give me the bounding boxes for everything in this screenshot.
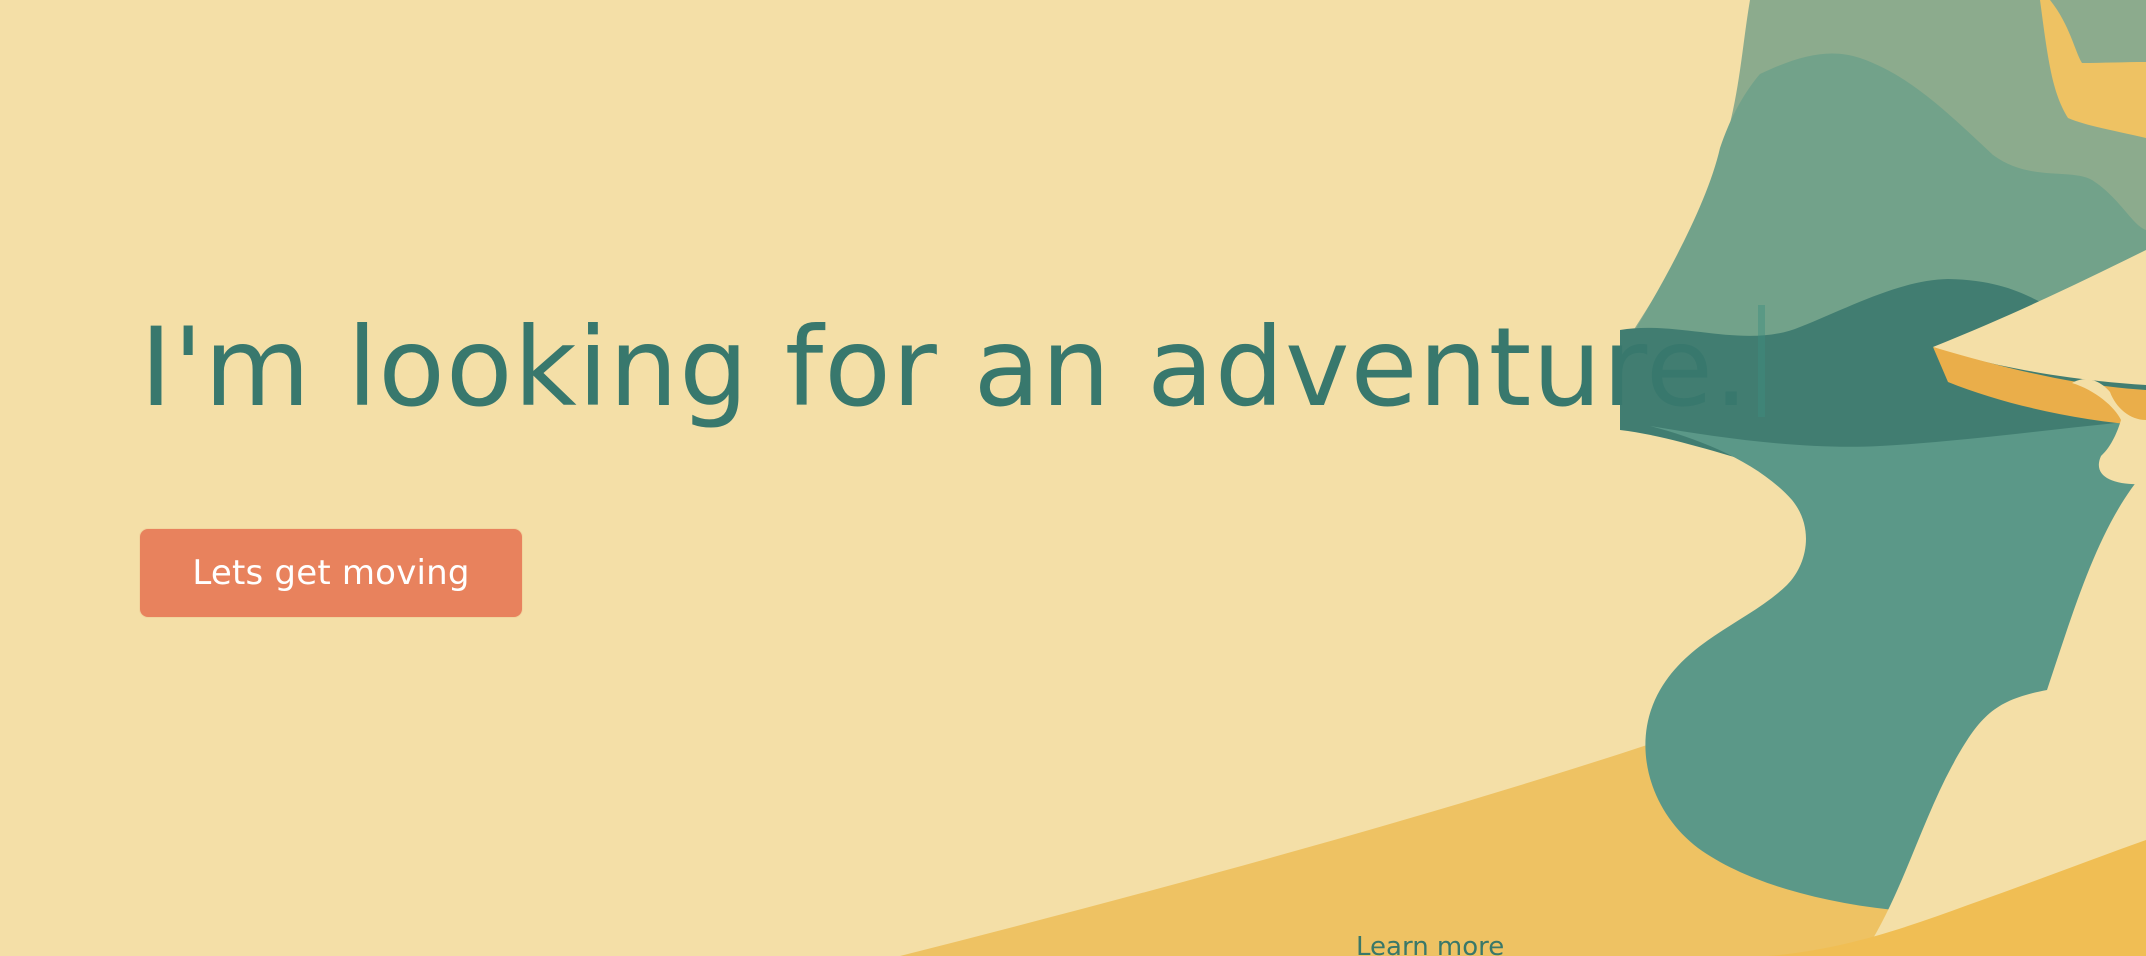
text-cursor-icon xyxy=(1757,305,1765,417)
lets-get-moving-button[interactable]: Lets get moving xyxy=(140,529,522,617)
adventure-illustration xyxy=(900,0,2146,956)
learn-more-link[interactable]: Learn more xyxy=(1356,930,1504,956)
hero-headline-text: I'm looking for an adventure. xyxy=(140,304,1750,431)
hero-section: I'm looking for an adventure. Lets get m… xyxy=(0,0,2146,956)
hero-headline: I'm looking for an adventure. xyxy=(140,303,1765,433)
